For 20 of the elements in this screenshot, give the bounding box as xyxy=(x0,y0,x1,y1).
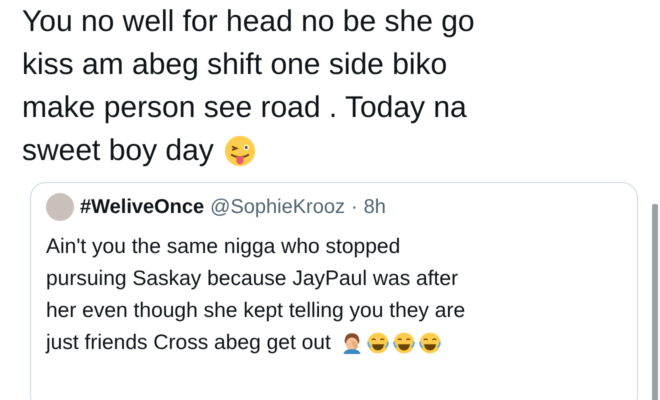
laughing-face-icon xyxy=(366,332,389,354)
scrollbar[interactable] xyxy=(652,204,658,400)
user-handle: @SophieKrooz xyxy=(210,196,345,218)
laughing-face-icon xyxy=(418,332,441,354)
winking-tongue-face-icon xyxy=(224,134,256,166)
tweet-text: You no well for head no be she go xyxy=(22,4,475,38)
quoted-tweet-text: her even though she kept telling you they are xyxy=(46,299,466,323)
quoted-tweet-text: just friends Cross abeg get out xyxy=(46,331,331,355)
quoted-tweet-text: pursuing Saskay because JayPaul was after xyxy=(46,267,458,291)
quoted-tweet-card[interactable]: #WeliveOnce @SophieKrooz · 8h Ain't you the same nigga who stopped pursuing Saskay because JayPaul was after her even though she kept telling you they are just friends Cross abeg get out xyxy=(30,182,638,400)
laughing-face-icon xyxy=(392,332,415,354)
tweet-text: sweet boy day xyxy=(22,134,214,168)
tweet-time: 8h xyxy=(364,196,386,218)
quoted-tweet-text: Ain't you the same nigga who stopped xyxy=(46,235,400,259)
display-name: #WeliveOnce xyxy=(80,196,204,218)
separator-dot: · xyxy=(350,196,358,218)
tweet-text: kiss am abeg shift one side biko xyxy=(22,48,448,82)
person-facepalm-icon xyxy=(340,332,363,354)
avatar xyxy=(46,193,74,221)
tweet-text: make person see road . Today na xyxy=(22,90,467,124)
